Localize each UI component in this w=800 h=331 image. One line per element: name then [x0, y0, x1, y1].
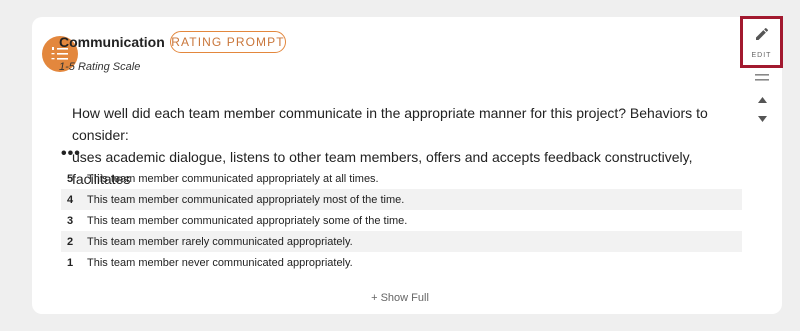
scale-row: 4 This team member communicated appropri…	[61, 189, 742, 210]
scale-row: 2 This team member rarely communicated a…	[61, 231, 742, 252]
show-full-button[interactable]: + Show Full	[0, 292, 800, 304]
scale-value: 3	[67, 214, 74, 227]
scale-row: 3 This team member communicated appropri…	[61, 210, 742, 231]
edit-label: EDIT	[751, 52, 772, 59]
scale-value: 2	[67, 235, 74, 248]
pencil-icon	[756, 27, 769, 40]
arrow-down-icon[interactable]	[758, 116, 767, 122]
drag-handle-icon[interactable]	[755, 74, 769, 82]
scale-description: This team member communicated appropriat…	[87, 172, 379, 185]
scale-row: 5 This team member communicated appropri…	[61, 168, 742, 189]
arrow-up-icon[interactable]	[758, 97, 767, 103]
rating-scale-list: 5 This team member communicated appropri…	[61, 168, 742, 273]
scale-description: This team member rarely communicated app…	[87, 235, 353, 248]
scale-description: This team member communicated appropriat…	[87, 193, 405, 206]
prompt-line-1: How well did each team member communicat…	[72, 105, 708, 143]
scale-value: 4	[67, 193, 74, 206]
rating-scale-subtitle: 1-5 Rating Scale	[59, 61, 141, 73]
scale-value: 1	[67, 256, 74, 269]
scale-row: 1 This team member never communicated ap…	[61, 252, 742, 273]
scale-description: This team member never communicated appr…	[87, 256, 353, 269]
scale-value: 5	[67, 172, 74, 185]
edit-button[interactable]: EDIT	[740, 16, 783, 68]
more-ellipsis[interactable]: •••	[61, 145, 81, 163]
scale-description: This team member communicated appropriat…	[87, 214, 408, 227]
question-title: Communication	[59, 34, 165, 50]
rating-prompt-tag: RATING PROMPT	[170, 31, 286, 53]
